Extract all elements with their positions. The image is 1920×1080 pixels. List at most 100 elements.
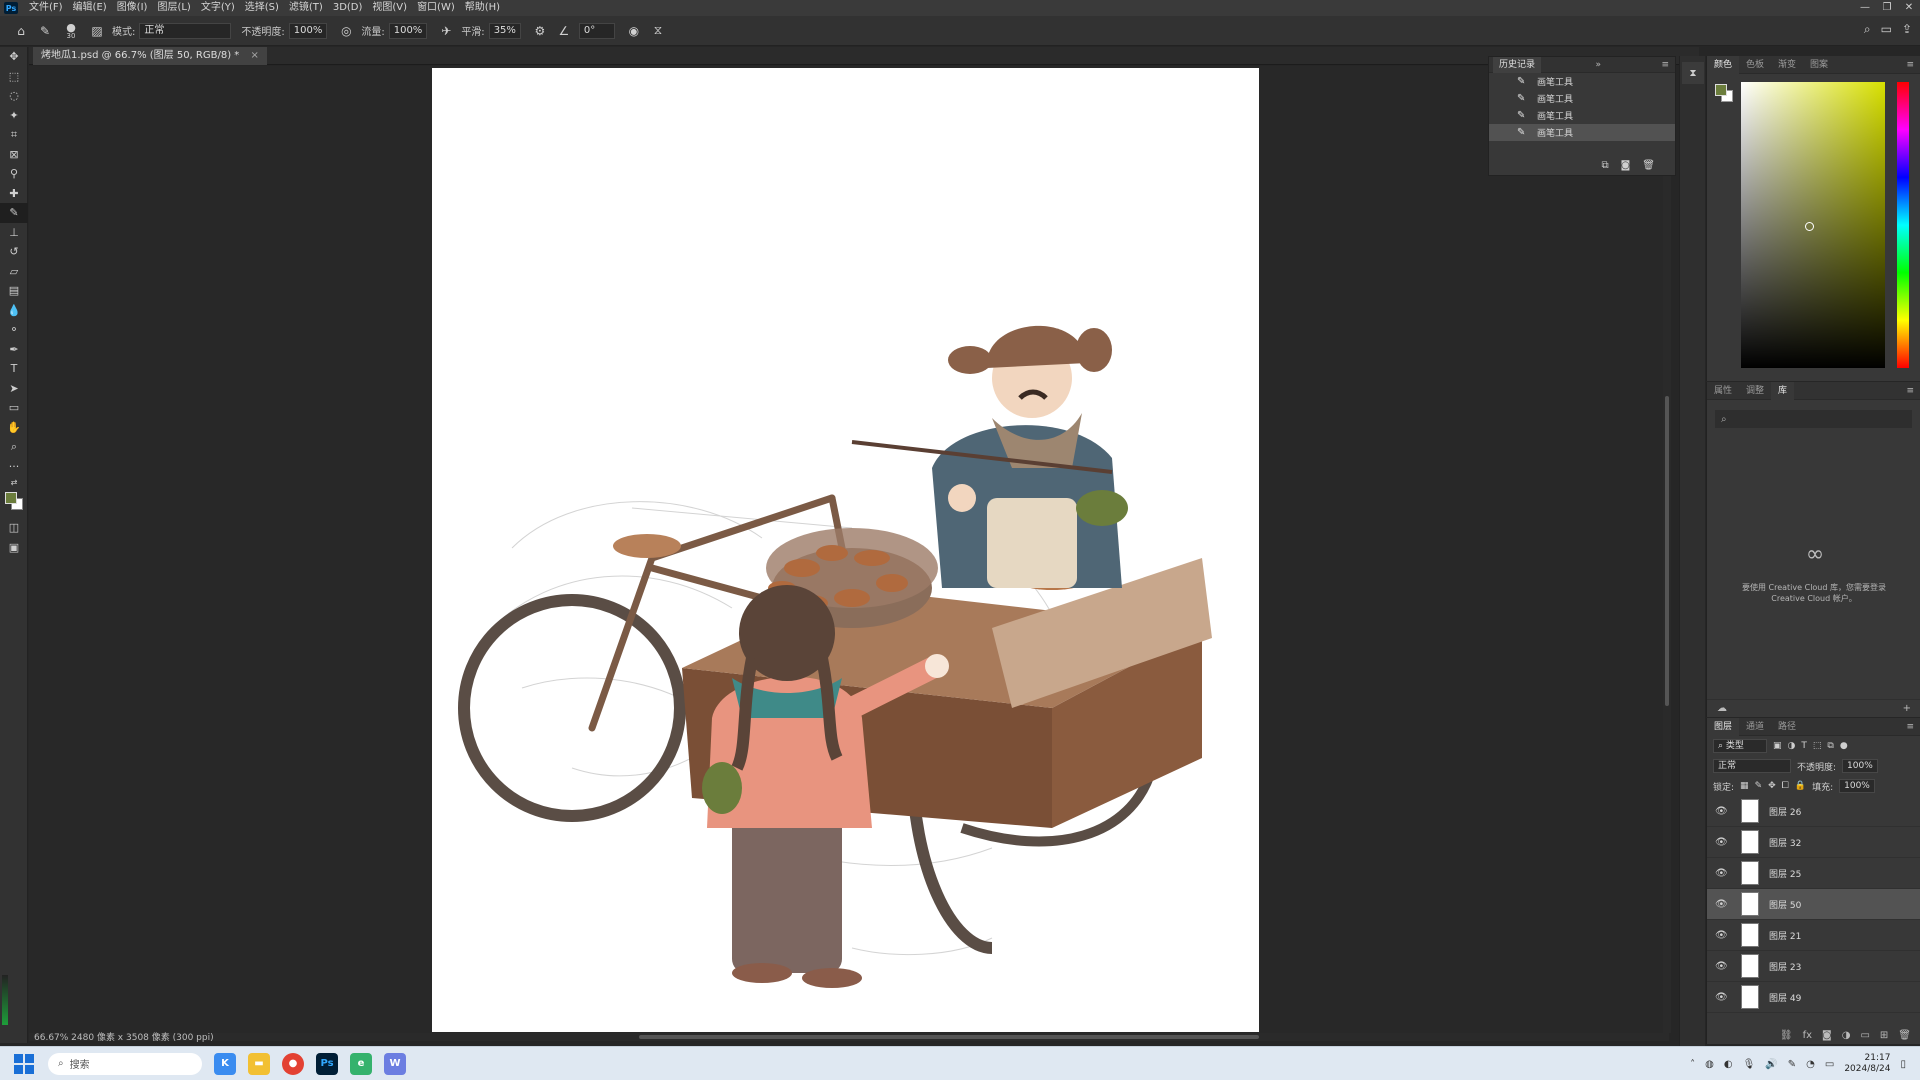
trash-icon[interactable]: 🗑 xyxy=(1642,160,1655,171)
panel-menu-icon[interactable]: ≡ xyxy=(1661,60,1669,70)
menu-help[interactable]: 帮助(H) xyxy=(460,0,505,16)
dodge-tool-icon[interactable]: ⚬ xyxy=(0,320,28,340)
pressure-opacity-icon[interactable]: ◎ xyxy=(337,22,355,40)
gear-icon[interactable]: ⚙ xyxy=(531,22,549,40)
menu-type[interactable]: 文字(Y) xyxy=(196,0,240,16)
app-icon[interactable]: W xyxy=(384,1052,406,1075)
menu-view[interactable]: 视图(V) xyxy=(367,0,412,16)
filter-toggle-icon[interactable]: ● xyxy=(1840,741,1848,751)
library-search-input[interactable]: ⌕ xyxy=(1715,410,1912,428)
canvas-area[interactable] xyxy=(29,66,1669,1033)
tab-layers[interactable]: 图层 xyxy=(1707,717,1740,736)
panel-menu-icon[interactable]: ≡ xyxy=(1906,722,1914,732)
horizontal-scrollbar[interactable] xyxy=(29,1033,1669,1041)
windows-start-icon[interactable] xyxy=(14,1053,34,1074)
swap-colors-icon[interactable]: ⇄ xyxy=(0,476,28,488)
close-button[interactable]: ✕ xyxy=(1898,0,1920,16)
history-item[interactable]: ✎ 画笔工具 xyxy=(1489,90,1675,107)
minimize-button[interactable]: — xyxy=(1854,0,1876,16)
panel-collapse-icon[interactable]: » xyxy=(1595,60,1601,70)
magic-wand-tool-icon[interactable]: ✦ xyxy=(0,106,28,126)
history-panel-icon[interactable]: ⧗ xyxy=(1682,62,1704,84)
file-explorer-icon[interactable]: ▬ xyxy=(248,1052,270,1075)
tray-app-icon[interactable]: ◐ xyxy=(1724,1059,1733,1070)
more-tools-icon[interactable]: ··· xyxy=(0,457,28,477)
tab-adjustments[interactable]: 调整 xyxy=(1739,382,1771,400)
type-tool-icon[interactable]: T xyxy=(0,359,28,379)
flow-input[interactable]: 100% xyxy=(388,22,428,39)
layer-filter-dropdown[interactable]: ⌕ 类型 xyxy=(1713,739,1767,753)
volume-icon[interactable]: 🔊 xyxy=(1765,1059,1777,1070)
smoothing-input[interactable]: 35% xyxy=(488,22,521,39)
lasso-tool-icon[interactable]: ◌ xyxy=(0,86,28,106)
menu-window[interactable]: 窗口(W) xyxy=(412,0,460,16)
layer-row[interactable]: 👁 图层 32 xyxy=(1707,827,1920,858)
trash-icon[interactable]: 🗑 xyxy=(1898,1030,1911,1041)
marquee-tool-icon[interactable]: ⬚ xyxy=(0,67,28,87)
wifi-icon[interactable]: ◔ xyxy=(1806,1059,1815,1070)
clock[interactable]: 21:17 2024/8/24 xyxy=(1844,1053,1890,1075)
healing-brush-tool-icon[interactable]: ✚ xyxy=(0,184,28,204)
panel-menu-icon[interactable]: ≡ xyxy=(1906,60,1914,70)
history-item-selected[interactable]: ✎ 画笔工具 xyxy=(1489,124,1675,141)
hue-slider[interactable] xyxy=(1897,82,1909,368)
color-picker-cursor[interactable] xyxy=(1805,222,1814,231)
blend-mode-dropdown[interactable]: 正常 xyxy=(1713,759,1791,773)
layer-row[interactable]: 👁 图层 26 xyxy=(1707,796,1920,827)
menu-file[interactable]: 文件(F) xyxy=(24,0,68,16)
menu-select[interactable]: 选择(S) xyxy=(240,0,284,16)
history-item[interactable]: ✎ 画笔工具 xyxy=(1489,73,1675,90)
eye-icon[interactable]: 👁 xyxy=(1715,837,1731,848)
menu-layer[interactable]: 图层(L) xyxy=(152,0,195,16)
stamp-tool-icon[interactable]: ⊥ xyxy=(0,223,28,243)
quick-mask-icon[interactable]: ◫ xyxy=(0,518,28,538)
layer-row[interactable]: 👁 图层 23 xyxy=(1707,951,1920,982)
camera-icon[interactable]: ◙ xyxy=(1621,160,1631,171)
brush-tool-icon[interactable]: ✎ xyxy=(36,22,54,40)
menu-image[interactable]: 图像(I) xyxy=(112,0,153,16)
notification-icon[interactable]: ▯ xyxy=(1900,1059,1906,1070)
lock-paint-icon[interactable]: ✎ xyxy=(1755,781,1763,791)
eye-icon[interactable]: 👁 xyxy=(1715,868,1731,879)
eye-icon[interactable]: 👁 xyxy=(1715,899,1731,910)
eye-icon[interactable]: 👁 xyxy=(1715,961,1731,972)
saturation-value-picker[interactable] xyxy=(1741,82,1885,368)
cloud-icon[interactable]: ☁ xyxy=(1717,703,1727,714)
pen-tool-icon[interactable]: ✒ xyxy=(0,340,28,360)
symmetry-icon[interactable]: ⧖ xyxy=(649,22,667,40)
panel-menu-icon[interactable]: ≡ xyxy=(1906,386,1914,396)
fill-input[interactable]: 100% xyxy=(1839,779,1875,793)
blur-tool-icon[interactable]: 💧 xyxy=(0,301,28,321)
foreground-color-swatch[interactable] xyxy=(5,492,17,504)
artboard[interactable] xyxy=(432,68,1259,1032)
lock-artboard-icon[interactable]: ⧠ xyxy=(1782,781,1789,791)
pressure-size-icon[interactable]: ◉ xyxy=(625,22,643,40)
mode-dropdown[interactable]: 正常 xyxy=(139,22,232,39)
tab-properties[interactable]: 属性 xyxy=(1707,382,1739,400)
workspace-icon[interactable]: ▭ xyxy=(1881,22,1892,37)
fx-icon[interactable]: fx xyxy=(1803,1030,1812,1041)
filter-shape-icon[interactable]: ⬚ xyxy=(1813,741,1822,751)
angle-input[interactable]: 0° xyxy=(578,22,615,39)
lock-all-icon[interactable]: 🔒 xyxy=(1795,781,1806,791)
history-tab[interactable]: 历史记录 xyxy=(1493,56,1542,73)
filter-pixel-icon[interactable]: ▣ xyxy=(1773,741,1782,751)
add-mask-icon[interactable]: ◙ xyxy=(1822,1030,1832,1041)
link-layers-icon[interactable]: ⛓ xyxy=(1780,1030,1793,1041)
close-tab-icon[interactable]: × xyxy=(250,50,258,61)
adjustment-layer-icon[interactable]: ◑ xyxy=(1842,1030,1851,1041)
menu-edit[interactable]: 编辑(E) xyxy=(68,0,112,16)
brush-tool-icon[interactable]: ✎ xyxy=(0,203,28,223)
tray-app-icon[interactable]: ◍ xyxy=(1705,1059,1714,1070)
hand-tool-icon[interactable]: ✋ xyxy=(0,418,28,438)
chrome-icon[interactable]: ● xyxy=(282,1052,304,1075)
move-tool-icon[interactable]: ✥ xyxy=(0,47,28,67)
layer-row[interactable]: 👁 图层 25 xyxy=(1707,858,1920,889)
filter-adjustment-icon[interactable]: ◑ xyxy=(1788,741,1796,751)
lock-position-icon[interactable]: ✥ xyxy=(1768,781,1776,791)
layer-row[interactable]: 👁 图层 49 xyxy=(1707,982,1920,1013)
tab-channels[interactable]: 通道 xyxy=(1739,718,1771,736)
filter-type-icon[interactable]: T xyxy=(1801,741,1807,751)
screen-mode-icon[interactable]: ▣ xyxy=(0,538,28,558)
browser-icon[interactable]: e xyxy=(350,1052,372,1075)
